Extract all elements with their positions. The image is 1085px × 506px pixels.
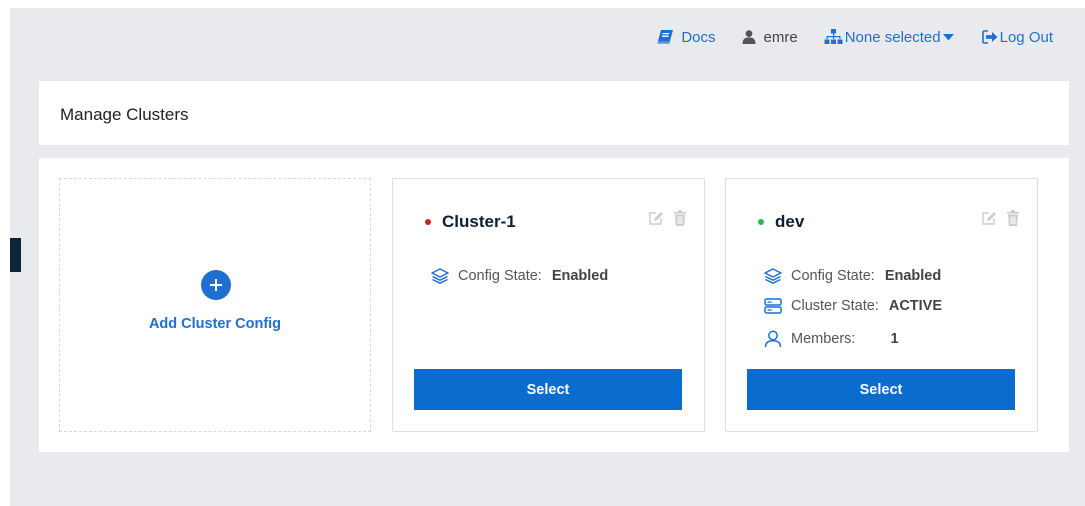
cluster-state-value: ACTIVE — [888, 298, 943, 314]
layers-icon — [431, 268, 458, 284]
cluster-card: dev Config State: Enabled Cluster State:… — [725, 178, 1038, 432]
add-cluster-config-label[interactable]: Add Cluster Config — [60, 316, 370, 332]
select-cluster-button[interactable]: Select — [414, 369, 682, 410]
cluster-name: Cluster-1 — [442, 212, 516, 231]
clusters-panel: Add Cluster Config Cluster-1 Config Stat… — [39, 158, 1069, 452]
cluster-name: dev — [775, 212, 805, 231]
caret-down-icon — [942, 33, 956, 41]
username-label: emre — [763, 28, 798, 46]
cluster-state-label: Cluster State: — [791, 298, 879, 314]
docs-label: Docs — [681, 28, 716, 46]
members-label: Members: — [791, 331, 856, 347]
app-window: Docs emre None selected Log Out Manage C… — [10, 8, 1085, 506]
user-outline-icon — [764, 330, 791, 348]
user-icon — [742, 30, 764, 44]
plus-circle-icon[interactable] — [201, 270, 231, 300]
sitemap-icon — [824, 29, 845, 45]
top-navigation: Docs emre None selected Log Out — [657, 26, 1053, 48]
config-state-value: Enabled — [551, 268, 609, 284]
trash-icon[interactable] — [1007, 210, 1019, 231]
cluster-title: dev — [758, 212, 804, 232]
config-state-label: Config State: — [791, 268, 875, 284]
select-cluster-button[interactable]: Select — [747, 369, 1015, 410]
config-state-label: Config State: — [458, 268, 542, 284]
cluster-selector-dropdown[interactable]: None selected — [824, 29, 956, 46]
sign-out-icon — [981, 30, 1000, 44]
docs-link[interactable]: Docs — [657, 28, 716, 46]
card-actions — [638, 210, 686, 231]
cluster-title: Cluster-1 — [425, 212, 516, 232]
book-icon — [657, 30, 681, 44]
config-state-value: Enabled — [884, 268, 942, 284]
page-header: Manage Clusters — [39, 81, 1069, 145]
edit-icon[interactable] — [981, 211, 997, 231]
card-actions — [971, 210, 1019, 231]
status-dot — [758, 219, 764, 225]
layers-icon — [764, 268, 791, 284]
page-title: Manage Clusters — [60, 105, 189, 124]
side-panel-tab[interactable] — [10, 238, 21, 272]
cluster-card: Cluster-1 Config State: Enabled Select — [392, 178, 705, 432]
add-cluster-config-card[interactable]: Add Cluster Config — [59, 178, 371, 432]
user-menu[interactable]: emre — [742, 29, 798, 46]
cluster-selector-label: None selected — [844, 28, 941, 46]
config-state-row: Config State: Enabled — [764, 268, 941, 284]
logout-link[interactable]: Log Out — [981, 28, 1053, 46]
status-dot — [425, 219, 431, 225]
trash-icon[interactable] — [674, 210, 686, 231]
logout-label: Log Out — [999, 28, 1053, 46]
members-row: Members: 1 — [764, 330, 899, 348]
cluster-state-row: Cluster State: ACTIVE — [764, 298, 942, 314]
members-value: 1 — [890, 331, 899, 347]
server-icon — [764, 298, 791, 314]
config-state-row: Config State: Enabled — [431, 268, 608, 284]
edit-icon[interactable] — [648, 211, 664, 231]
